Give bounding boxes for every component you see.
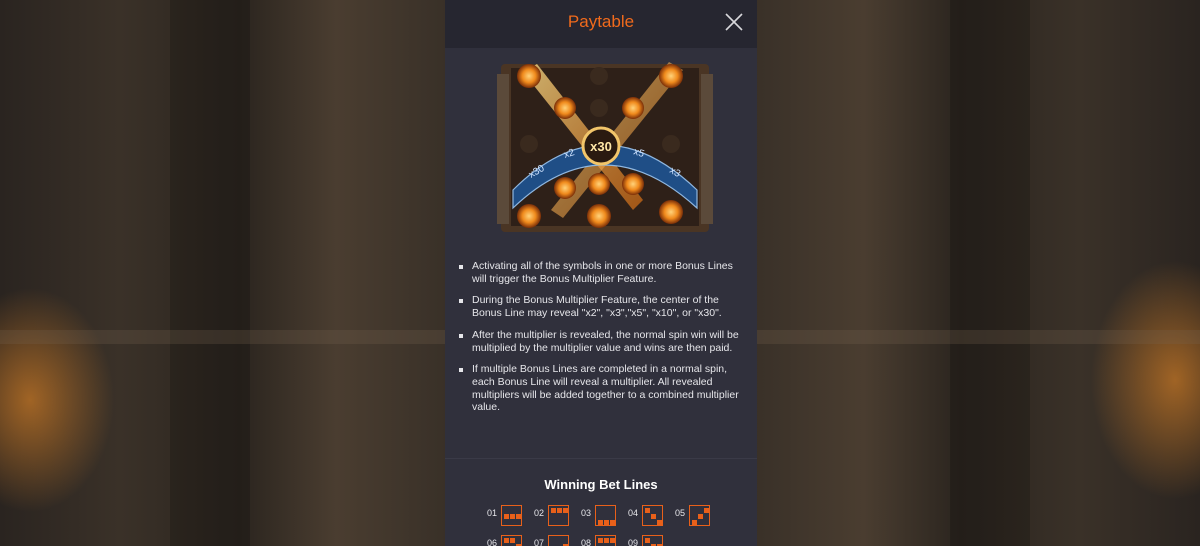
bet-line-number: 08: [581, 538, 592, 546]
bet-line-cell: [651, 514, 656, 519]
close-icon[interactable]: [723, 11, 745, 33]
bet-line-item: 06: [487, 535, 535, 546]
paytable-title: Paytable: [567, 12, 635, 31]
bet-line-number: 02: [534, 508, 545, 518]
background-pillar: [950, 0, 1030, 546]
bet-line-cell: [510, 538, 515, 543]
bet-line-item: 04: [628, 505, 676, 527]
list-item: Activating all of the symbols in one or …: [459, 260, 745, 285]
bet-line-item: 09: [628, 535, 676, 546]
bet-line-cell: [704, 508, 709, 513]
bet-line-cell: [604, 538, 609, 543]
bet-line-cell: [645, 538, 650, 543]
bet-line-diagram: [595, 505, 616, 526]
bet-line-item: 08: [581, 535, 629, 546]
bet-line-cell: [551, 508, 556, 513]
bet-line-diagram: [501, 505, 522, 526]
bet-line-diagram: [548, 505, 569, 526]
bet-line-number: 01: [487, 508, 498, 518]
paytable-header: Paytable: [445, 0, 757, 48]
bet-line-cell: [698, 514, 703, 519]
bet-line-cell: [516, 514, 521, 519]
list-item: After the multiplier is revealed, the no…: [459, 329, 745, 354]
bet-line-cell: [657, 520, 662, 525]
bet-line-cell: [645, 508, 650, 513]
bet-line-number: 03: [581, 508, 592, 518]
bet-line-cell: [598, 538, 603, 543]
bet-line-cell: [598, 520, 603, 525]
bet-line-diagram: [548, 535, 569, 546]
bet-line-cell: [504, 514, 509, 519]
feature-description-list: Activating all of the symbols in one or …: [459, 260, 745, 423]
bet-line-cell: [504, 538, 509, 543]
bet-line-diagram: [689, 505, 710, 526]
bet-line-number: 06: [487, 538, 498, 546]
section-divider: [445, 458, 757, 459]
bet-line-item: 03: [581, 505, 629, 527]
bet-line-item: 02: [534, 505, 582, 527]
bet-line-number: 05: [675, 508, 686, 518]
bet-line-number: 09: [628, 538, 639, 546]
multiplier-badge: x30: [590, 139, 612, 154]
winning-bet-lines-title: Winning Bet Lines: [544, 477, 658, 492]
list-item: If multiple Bonus Lines are completed in…: [459, 363, 745, 414]
bet-line-diagram: [595, 535, 616, 546]
bet-line-item: 07: [534, 535, 582, 546]
paytable-panel: Paytable x30 x2 x5 x3 x30 Activating all…: [445, 0, 757, 546]
background-pillar: [170, 0, 250, 546]
bet-line-diagram: [642, 535, 663, 546]
bet-line-cell: [610, 520, 615, 525]
bet-line-item: 05: [675, 505, 723, 527]
list-item: During the Bonus Multiplier Feature, the…: [459, 294, 745, 319]
bet-line-cell: [610, 538, 615, 543]
bet-line-cell: [604, 520, 609, 525]
bet-line-cell: [692, 520, 697, 525]
bet-line-cell: [557, 508, 562, 513]
bet-line-number: 07: [534, 538, 545, 546]
bet-line-diagram: [501, 535, 522, 546]
bonus-multiplier-illustration: x30 x2 x5 x3 x30: [493, 60, 717, 238]
bet-line-number: 04: [628, 508, 639, 518]
bet-line-cell: [563, 508, 568, 513]
bet-line-cell: [510, 514, 515, 519]
bet-line-item: 01: [487, 505, 535, 527]
bet-line-diagram: [642, 505, 663, 526]
